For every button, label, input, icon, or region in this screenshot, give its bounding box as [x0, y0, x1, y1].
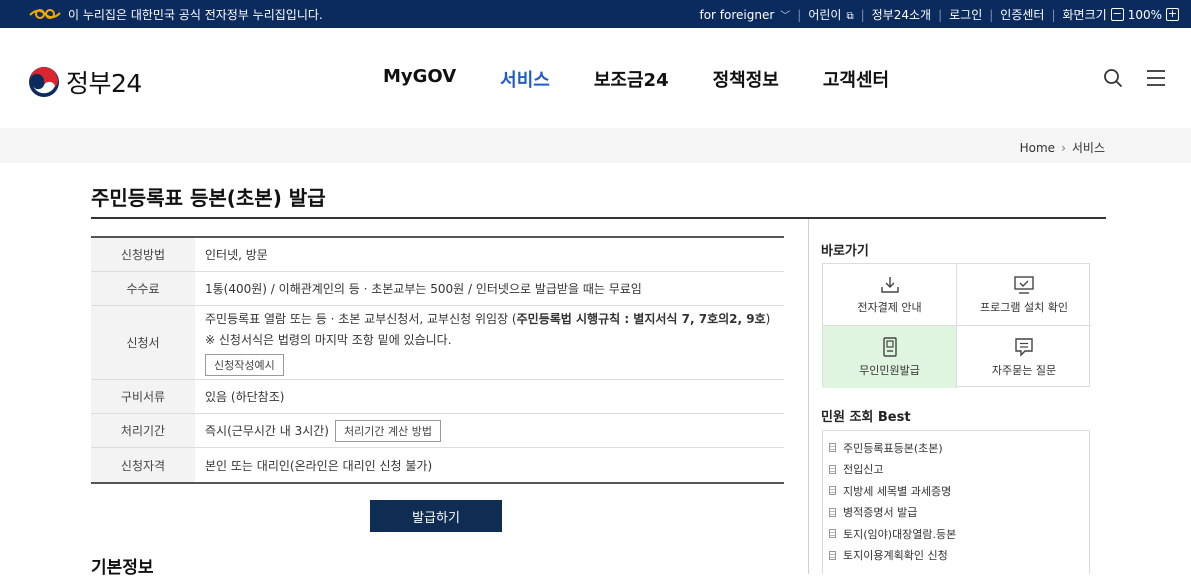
search-icon[interactable]	[1103, 68, 1123, 88]
list-item[interactable]: 전입신고	[829, 459, 1089, 481]
nav-subsidy24[interactable]: 보조금24	[594, 66, 669, 92]
login-link[interactable]: 로그인	[949, 6, 982, 23]
divider: |	[989, 7, 994, 22]
gov-emblem-icon	[29, 9, 61, 19]
about-link[interactable]: 정부24소개	[872, 6, 931, 23]
issue-button[interactable]: 발급하기	[370, 500, 502, 532]
row-label: 처리기간	[91, 414, 195, 447]
zoom-label: 화면크기	[1062, 8, 1107, 22]
best-list: 주민등록표등본(초본) 전입신고 지방세 세목별 과세증명 병적증명서 발급 토…	[822, 430, 1090, 574]
row-value: 즉시(근무시간 내 3시간) 처리기간 계산 방법	[195, 414, 784, 447]
nav-policy-info[interactable]: 정책정보	[713, 66, 779, 92]
row-label: 구비서류	[91, 380, 195, 413]
row-value: 인터넷, 방문	[205, 248, 268, 262]
period-calc-button[interactable]: 처리기간 계산 방법	[335, 419, 441, 442]
period-value: 즉시(근무시간 내 3시간)	[205, 424, 329, 438]
column-divider	[808, 219, 809, 574]
divider: |	[797, 7, 802, 22]
header-tools	[1081, 68, 1167, 88]
divider: |	[938, 7, 943, 22]
row-label: 신청방법	[91, 238, 195, 271]
monitor-check-icon	[1014, 275, 1034, 294]
quick-link-label: 무인민원발급	[859, 364, 920, 377]
document-icon	[829, 443, 836, 453]
document-icon	[829, 529, 836, 539]
main-nav: MyGOV 서비스 보조금24 정책정보 고객센터	[383, 66, 933, 92]
kiosk-icon	[882, 337, 897, 357]
quick-links-title: 바로가기	[821, 244, 869, 259]
table-row: 신청서 주민등록표 열람 또는 등 · 초본 교부신청서, 교부신청 위임장 (…	[91, 306, 784, 380]
list-item[interactable]: 토지이용계획확인 신청	[829, 545, 1089, 567]
form-law-reference: 주민등록법 시행규칙 : 별지서식 7, 7호의2, 9호	[516, 311, 766, 326]
speech-bubble-icon	[1015, 338, 1033, 357]
table-row: 구비서류 있음 (하단참조)	[91, 380, 784, 414]
quick-link-epayment[interactable]: 전자결제 안내	[823, 264, 957, 326]
quick-link-label: 전자결제 안내	[857, 300, 922, 314]
document-icon	[829, 486, 836, 496]
form-description: 주민등록표 열람 또는 등 · 초본 교부신청서, 교부신청 위임장 (주민등록…	[205, 311, 771, 326]
quick-link-faq[interactable]: 자주묻는 질문	[957, 326, 1091, 388]
zoom-in-button[interactable]: +	[1166, 8, 1179, 21]
quick-link-label: 프로그램 설치 확인	[980, 300, 1068, 314]
quick-link-label: 자주묻는 질문	[991, 364, 1057, 377]
table-row: 수수료 1통(400원) / 이해관계인의 등 · 초본교부는 500원 / 인…	[91, 272, 784, 306]
document-icon	[829, 550, 836, 560]
form-example-button[interactable]: 신청작성예시	[205, 353, 284, 376]
kids-link[interactable]: 어린이 ⧉	[808, 6, 853, 23]
form-note: ※ 신청서식은 법령의 마지막 조항 밑에 있습니다.	[205, 332, 452, 347]
zoom-value: 100%	[1127, 7, 1162, 22]
nav-mygov[interactable]: MyGOV	[383, 66, 456, 92]
table-row: 신청자격 본인 또는 대리인(온라인은 대리인 신청 불가)	[91, 448, 784, 482]
zoom-out-button[interactable]: −	[1110, 8, 1124, 21]
taegeuk-logo-icon	[29, 67, 59, 97]
row-label: 수수료	[91, 272, 195, 305]
document-icon	[829, 464, 836, 474]
table-row: 신청방법 인터넷, 방문	[91, 238, 784, 272]
list-item[interactable]: 주민등록표등본(초본)	[829, 437, 1089, 459]
site-header: 정부24 MyGOV 서비스 보조금24 정책정보 고객센터	[0, 28, 1191, 128]
table-row: 처리기간 즉시(근무시간 내 3시간) 처리기간 계산 방법	[91, 414, 784, 448]
external-link-icon: ⧉	[846, 11, 854, 22]
list-item[interactable]: 지방세 세목별 과세증명	[829, 480, 1089, 502]
chevron-right-icon: ›	[1061, 141, 1066, 155]
list-item[interactable]: 병적증명서 발급	[829, 502, 1089, 524]
nav-service[interactable]: 서비스	[500, 66, 550, 92]
breadcrumb: Home › 서비스	[1020, 139, 1105, 156]
title-divider	[91, 217, 1106, 219]
site-logo-text: 정부24	[66, 69, 142, 98]
breadcrumb-home[interactable]: Home	[1020, 141, 1055, 155]
gov-notice-bar: 이 누리집은 대한민국 공식 전자정부 누리집입니다. for foreigne…	[0, 0, 1191, 28]
nav-customer-center[interactable]: 고객센터	[823, 66, 889, 92]
chevron-down-icon: ﹀	[780, 11, 791, 22]
document-icon	[829, 507, 836, 517]
site-logo[interactable]: 정부24	[28, 64, 142, 100]
row-value: 있음 (하단참조)	[205, 390, 285, 404]
row-value: 주민등록표 열람 또는 등 · 초본 교부신청서, 교부신청 위임장 (주민등록…	[195, 306, 784, 379]
page-title: 주민등록표 등본(초본) 발급	[91, 186, 326, 210]
service-info-table: 신청방법 인터넷, 방문 수수료 1통(400원) / 이해관계인의 등 · 초…	[91, 236, 784, 484]
gov-notice-text: 이 누리집은 대한민국 공식 전자정부 누리집입니다.	[68, 8, 323, 22]
payment-download-icon	[880, 276, 899, 293]
breadcrumb-current[interactable]: 서비스	[1072, 141, 1105, 155]
basic-info-heading: 기본정보	[91, 558, 154, 578]
list-item[interactable]: 토지(임야)대장열람.등본	[829, 523, 1089, 545]
quick-link-kiosk[interactable]: 무인민원발급	[823, 326, 957, 388]
menu-icon[interactable]	[1145, 68, 1167, 88]
row-label: 신청서	[91, 306, 195, 379]
row-value: 1통(400원) / 이해관계인의 등 · 초본교부는 500원 / 인터넷으로…	[205, 282, 642, 296]
best-title: 민원 조회 Best	[821, 410, 911, 425]
for-foreigner-link[interactable]: for foreigner ﹀	[699, 7, 790, 22]
cert-center-link[interactable]: 인증센터	[1000, 6, 1044, 23]
utility-links: for foreigner ﹀ | 어린이 ⧉ | 정부24소개 | 로그인 | 인…	[699, 6, 1183, 23]
row-value: 본인 또는 대리인(온라인은 대리인 신청 불가)	[205, 458, 433, 473]
divider: |	[1051, 7, 1056, 22]
divider: |	[860, 7, 865, 22]
quick-links-grid: 전자결제 안내 프로그램 설치 확인 무인민원발급 자주묻는 질문	[822, 263, 1091, 388]
breadcrumb-bar: Home › 서비스	[0, 128, 1191, 163]
quick-link-program-check[interactable]: 프로그램 설치 확인	[957, 264, 1091, 326]
row-label: 신청자격	[91, 448, 195, 482]
